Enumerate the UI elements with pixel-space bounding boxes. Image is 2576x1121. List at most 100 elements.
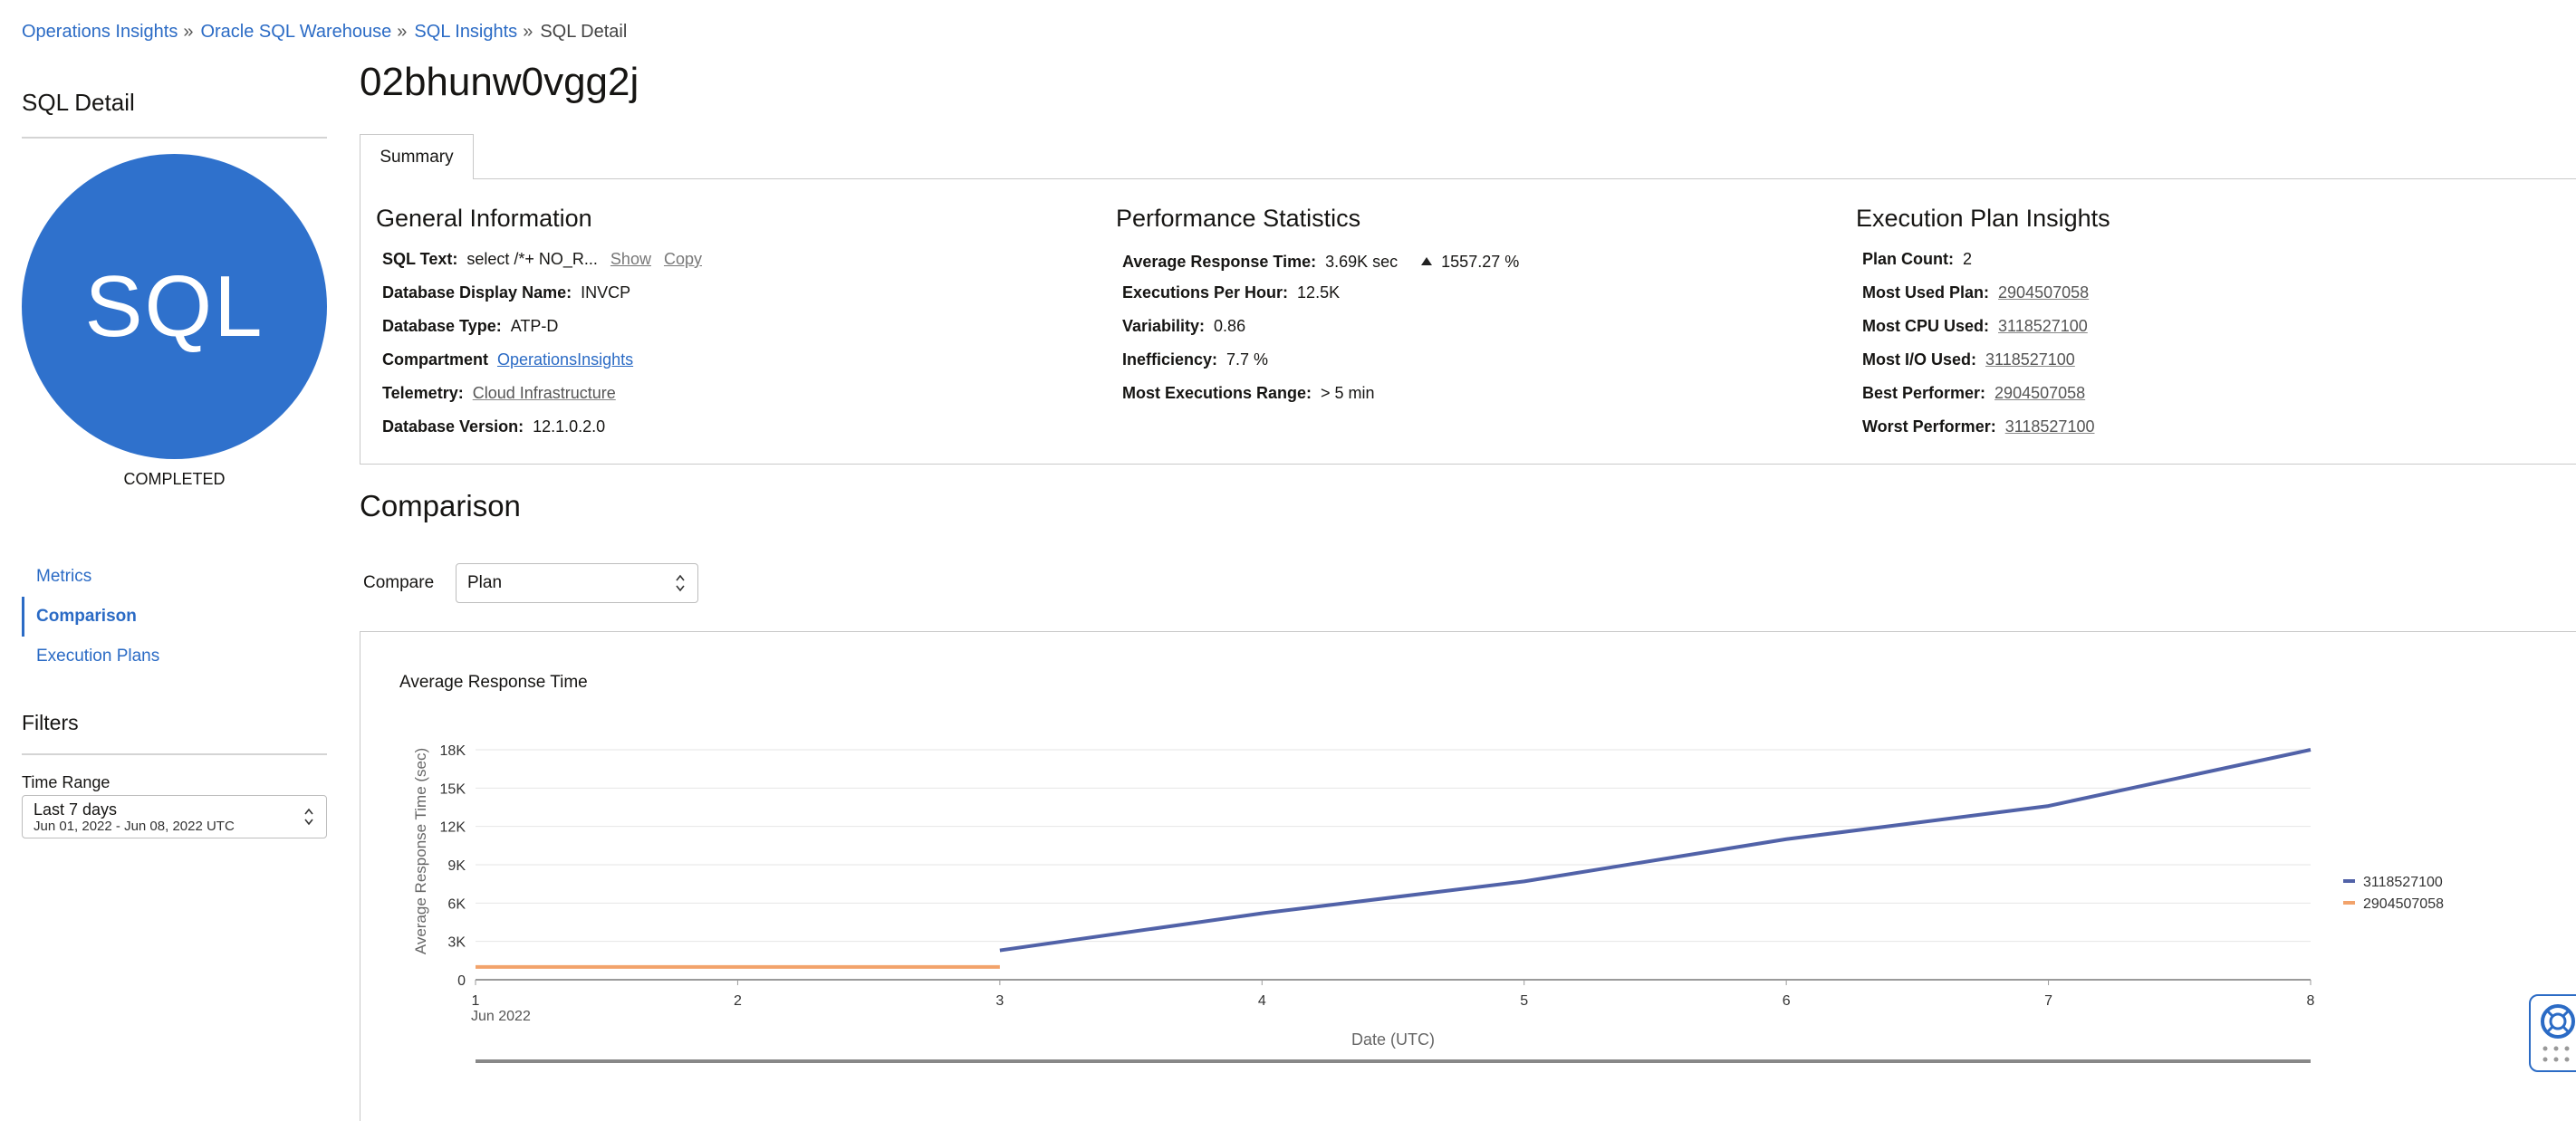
time-range-subtext: Jun 01, 2022 - Jun 08, 2022 UTC bbox=[34, 819, 235, 834]
most-io-label: Most I/O Used: bbox=[1862, 350, 1977, 369]
plan-count-row: Plan Count: 2 bbox=[1856, 247, 2110, 281]
sidebar-nav: Metrics Comparison Execution Plans bbox=[22, 557, 327, 676]
y-tick-label: 9K bbox=[447, 858, 466, 874]
execution-plan-insights-section: Execution Plan Insights Plan Count: 2 Mos… bbox=[1856, 205, 2110, 448]
page-title: 02bhunw0vgg2j bbox=[360, 60, 639, 104]
sidebar-divider bbox=[22, 137, 327, 139]
response-time-line-chart: 0 3K 6K 9K 12K 15K 18K 1 2 3 4 5 6 7 8 Average Respon… bbox=[412, 743, 2444, 1063]
sidebar-item-execution-plans[interactable]: Execution Plans bbox=[22, 637, 327, 676]
most-exec-range-row: Most Executions Range: > 5 min bbox=[1116, 381, 1519, 415]
db-type-value: ATP-D bbox=[510, 317, 559, 335]
telemetry-row: Telemetry: Cloud Infrastructure bbox=[376, 381, 702, 415]
exec-per-hour-value: 12.5K bbox=[1297, 283, 1341, 302]
sidebar-item-comparison[interactable]: Comparison bbox=[22, 597, 327, 637]
performance-statistics-section: Performance Statistics Average Response … bbox=[1116, 205, 1519, 415]
filters-divider bbox=[22, 753, 327, 755]
performance-statistics-title: Performance Statistics bbox=[1116, 205, 1361, 232]
db-type-row: Database Type: ATP-D bbox=[376, 314, 702, 348]
sidebar-title: SQL Detail bbox=[22, 89, 135, 116]
avg-response-label: Average Response Time: bbox=[1122, 253, 1317, 271]
db-display-name-row: Database Display Name: INVCP bbox=[376, 281, 702, 314]
telemetry-link[interactable]: Cloud Infrastructure bbox=[473, 384, 616, 402]
status-label: COMPLETED bbox=[123, 470, 226, 488]
series-line-3118527100 bbox=[999, 748, 2312, 953]
worst-performer-link[interactable]: 3118527100 bbox=[2005, 417, 2095, 436]
most-io-link[interactable]: 3118527100 bbox=[1985, 350, 2075, 369]
help-widget[interactable] bbox=[2529, 994, 2576, 1072]
general-information-title: General Information bbox=[376, 205, 592, 232]
chart-legend: 3118527100 2904507058 bbox=[2343, 875, 2444, 912]
inefficiency-row: Inefficiency: 7.7 % bbox=[1116, 348, 1519, 381]
x-tick-label: 3 bbox=[995, 993, 1004, 1009]
breadcrumb-sql-insights[interactable]: SQL Insights bbox=[414, 22, 517, 43]
y-tick-label: 3K bbox=[447, 935, 466, 951]
show-sql-link[interactable]: Show bbox=[610, 250, 651, 268]
compartment-row: Compartment OperationsInsights bbox=[376, 348, 702, 381]
comparison-title: Comparison bbox=[360, 489, 521, 522]
y-tick-label: 0 bbox=[457, 973, 466, 989]
breadcrumb-separator: » bbox=[183, 22, 194, 42]
breadcrumb-current: SQL Detail bbox=[540, 22, 628, 42]
most-cpu-row: Most CPU Used: 3118527100 bbox=[1856, 314, 2110, 348]
avatar-text: SQL bbox=[84, 257, 264, 355]
variability-label: Variability: bbox=[1122, 317, 1206, 335]
legend-label: 2904507058 bbox=[2363, 896, 2444, 912]
up-down-chevron-icon bbox=[304, 808, 313, 826]
tab-summary[interactable]: Summary bbox=[360, 134, 474, 179]
x-tick-label: 7 bbox=[2044, 993, 2052, 1009]
avg-response-value: 3.69K sec bbox=[1325, 253, 1399, 271]
most-io-row: Most I/O Used: 3118527100 bbox=[1856, 348, 2110, 381]
execution-plan-insights-title: Execution Plan Insights bbox=[1856, 205, 2110, 232]
db-type-label: Database Type: bbox=[382, 317, 502, 335]
most-used-plan-link[interactable]: 2904507058 bbox=[1998, 283, 2089, 302]
most-used-plan-row: Most Used Plan: 2904507058 bbox=[1856, 281, 2110, 314]
time-range-label: Time Range bbox=[22, 773, 111, 791]
inefficiency-value: 7.7 % bbox=[1226, 350, 1269, 369]
time-range-select[interactable]: Last 7 days Jun 01, 2022 - Jun 08, 2022 … bbox=[22, 795, 327, 838]
filters-title: Filters bbox=[22, 711, 79, 734]
x-tick-label: 4 bbox=[1258, 993, 1266, 1009]
breadcrumb-oracle-sql-warehouse[interactable]: Oracle SQL Warehouse bbox=[200, 22, 391, 43]
lifebuoy-icon bbox=[2541, 1004, 2575, 1062]
best-performer-link[interactable]: 2904507058 bbox=[1994, 384, 2085, 402]
x-tick-label: 1 bbox=[472, 993, 480, 1009]
up-down-chevron-icon bbox=[676, 574, 685, 592]
sidebar-item-metrics[interactable]: Metrics bbox=[22, 557, 327, 597]
y-tick-label: 15K bbox=[440, 781, 466, 797]
x-axis-label: Date (UTC) bbox=[1351, 1030, 1435, 1049]
x-tick-label: 5 bbox=[1520, 993, 1528, 1009]
best-performer-row: Best Performer: 2904507058 bbox=[1856, 381, 2110, 415]
compare-select[interactable]: Plan bbox=[456, 563, 698, 603]
telemetry-label: Telemetry: bbox=[382, 384, 464, 402]
db-version-value: 12.1.0.2.0 bbox=[533, 417, 606, 436]
y-axis-ticks: 0 3K 6K 9K 12K 15K 18K bbox=[440, 743, 466, 989]
y-tick-label: 12K bbox=[440, 820, 466, 836]
db-display-name-value: INVCP bbox=[581, 283, 631, 302]
breadcrumb-operations-insights[interactable]: Operations Insights bbox=[22, 22, 178, 43]
x-axis-ticks: 1 2 3 4 5 6 7 8 bbox=[472, 980, 2315, 1009]
most-cpu-link[interactable]: 3118527100 bbox=[1998, 317, 2088, 335]
x-tick-label: 6 bbox=[1783, 993, 1791, 1009]
chart-title: Average Response Time bbox=[399, 673, 588, 692]
general-information-section: General Information SQL Text: select /*+ … bbox=[376, 205, 702, 448]
chart-grid bbox=[476, 749, 2311, 981]
compare-select-value: Plan bbox=[467, 573, 503, 592]
avg-response-delta: 1557.27 % bbox=[1421, 253, 1519, 271]
compartment-link[interactable]: OperationsInsights bbox=[497, 350, 633, 369]
breadcrumb: Operations Insights » Oracle SQL Warehou… bbox=[22, 22, 627, 43]
avg-response-delta-value: 1557.27 % bbox=[1441, 253, 1520, 271]
x-tick-label: 8 bbox=[2307, 993, 2315, 1009]
y-tick-label: 6K bbox=[447, 896, 466, 912]
sql-avatar: SQL bbox=[22, 154, 327, 459]
exec-per-hour-label: Executions Per Hour: bbox=[1122, 283, 1289, 302]
trend-up-icon bbox=[1421, 257, 1433, 265]
copy-sql-link[interactable]: Copy bbox=[664, 250, 702, 268]
avg-response-row: Average Response Time: 3.69K sec 1557.27 % bbox=[1116, 247, 1519, 281]
db-display-name-label: Database Display Name: bbox=[382, 283, 572, 302]
plan-count-value: 2 bbox=[1963, 250, 1973, 268]
best-performer-label: Best Performer: bbox=[1862, 384, 1986, 402]
most-exec-range-label: Most Executions Range: bbox=[1122, 384, 1312, 402]
db-version-row: Database Version: 12.1.0.2.0 bbox=[376, 415, 702, 448]
worst-performer-label: Worst Performer: bbox=[1862, 417, 1996, 436]
x-axis-sub-label: Jun 2022 bbox=[471, 1009, 531, 1024]
